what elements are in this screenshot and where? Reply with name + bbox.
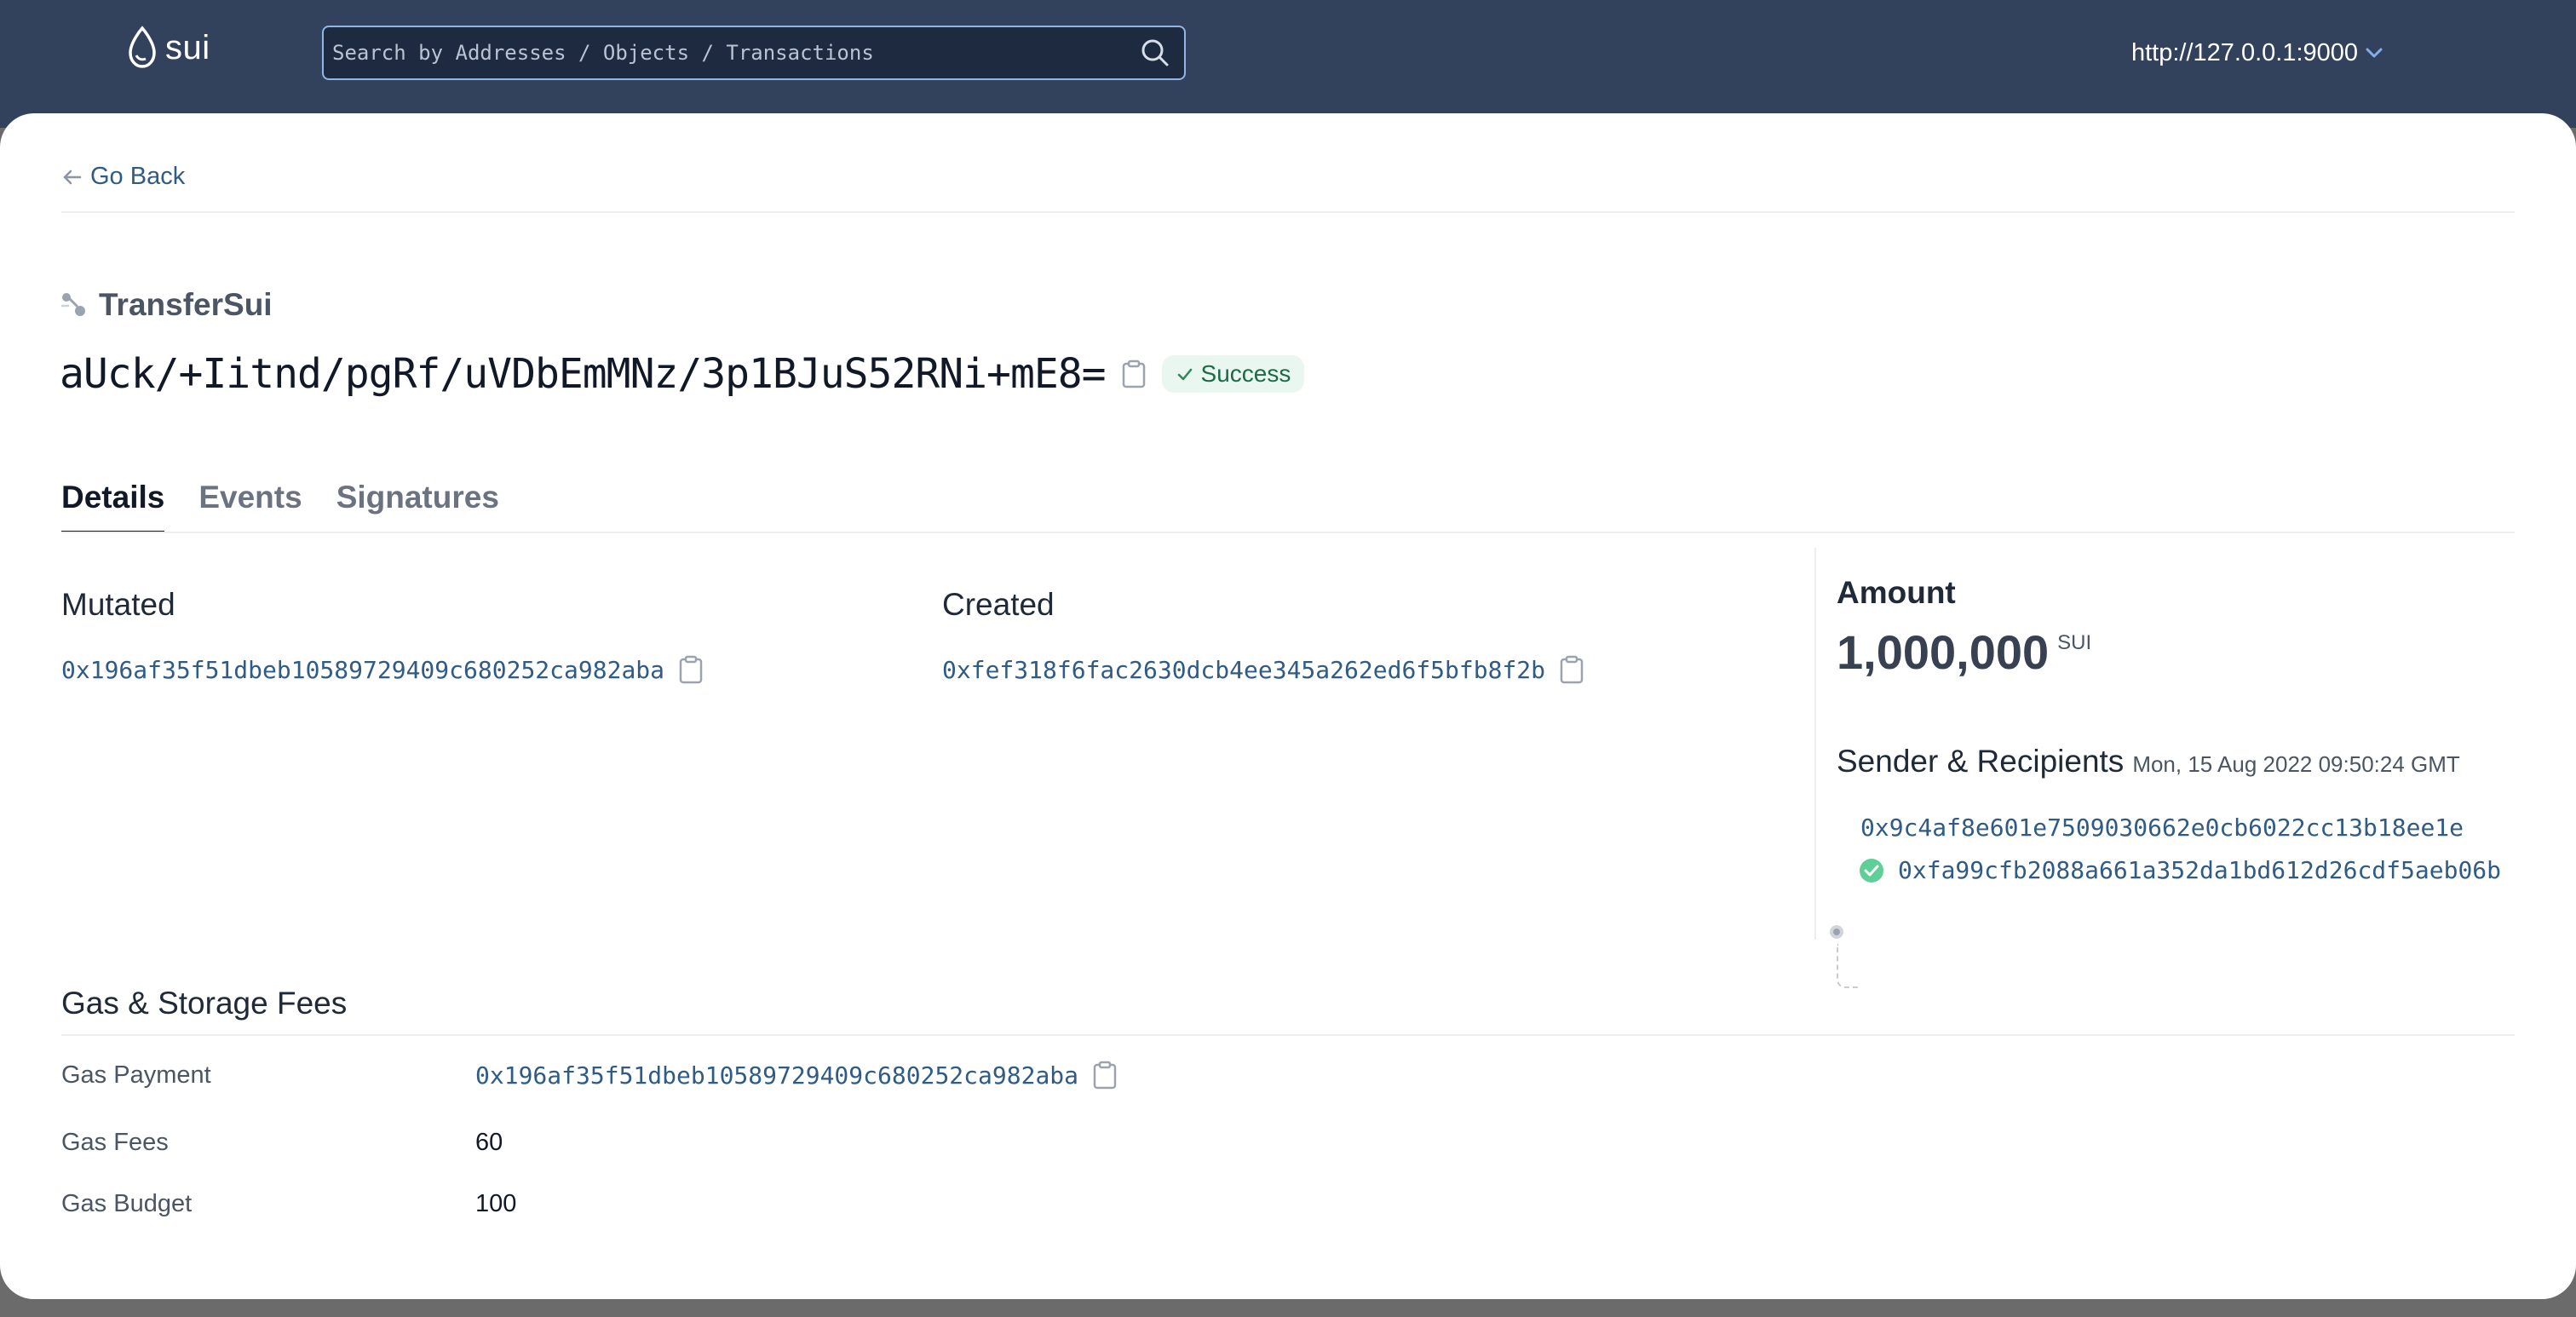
column-divider	[1814, 548, 1816, 940]
tabs-divider	[61, 532, 2515, 533]
sui-logo[interactable]: sui	[126, 22, 210, 73]
tab-bar: Details Events Signatures	[61, 480, 499, 533]
search-input[interactable]	[324, 27, 1138, 78]
created-address-link[interactable]: 0xfef318f6fac2630dcb4ee345a262ed6f5bfb8f…	[942, 656, 1545, 684]
gas-fees-label: Gas Fees	[61, 1129, 169, 1156]
amount-value: 1,000,000	[1837, 625, 2050, 679]
status-text: Success	[1200, 360, 1291, 387]
gas-payment-link[interactable]: 0x196af35f51dbeb10589729409c680252ca982a…	[475, 1061, 1078, 1090]
gas-budget-value: 100	[475, 1190, 517, 1217]
recipient-row: 0xfa99cfb2088a661a352da1bd612d26cdf5aeb0…	[1859, 856, 2501, 884]
transaction-type-label: TransferSui	[99, 287, 273, 322]
search-bar	[322, 26, 1186, 80]
copy-icon[interactable]	[678, 655, 704, 684]
divider	[61, 211, 2515, 213]
transaction-timestamp: Mon, 15 Aug 2022 09:50:24 GMT	[2132, 751, 2460, 777]
gas-payment-label: Gas Payment	[61, 1061, 211, 1089]
copy-icon[interactable]	[1092, 1061, 1118, 1090]
sender-recipients-header: Sender & Recipients Mon, 15 Aug 2022 09:…	[1837, 744, 2460, 779]
sender-recipients-title: Sender & Recipients	[1837, 744, 2125, 779]
transfer-icon	[60, 293, 85, 316]
amount-label: Amount	[1837, 575, 1956, 610]
copy-icon[interactable]	[1559, 655, 1584, 684]
sui-drop-icon	[129, 26, 156, 68]
gas-fees-row: Gas Fees 60	[61, 1129, 503, 1157]
sender-dot-icon	[1830, 925, 1843, 939]
created-title: Created	[942, 587, 1055, 622]
mutated-address-link[interactable]: 0x196af35f51dbeb10589729409c680252ca982a…	[61, 656, 664, 684]
gas-fees-value: 60	[475, 1129, 503, 1156]
chevron-down-icon	[2366, 48, 2383, 58]
gas-divider	[61, 1034, 2515, 1036]
tab-signatures[interactable]: Signatures	[336, 480, 499, 533]
mutated-title: Mutated	[61, 587, 175, 622]
amount-row: 1,000,000 SUI	[1837, 624, 2091, 680]
arrow-left-icon	[63, 170, 82, 184]
sender-address-link[interactable]: 0x9c4af8e601e7509030662e0cb6022cc13b18ee…	[1860, 814, 2464, 842]
transaction-digest: aUck/+Iitnd/pgRf/uVDbEmMNz/3p1BJuS52RNi+…	[60, 350, 1107, 398]
tab-events[interactable]: Events	[198, 480, 302, 533]
mutated-address-row: 0x196af35f51dbeb10589729409c680252ca982a…	[61, 655, 704, 684]
amount-unit: SUI	[2057, 631, 2092, 654]
transaction-card: Go Back TransferSui aUck/+Iitnd/pgRf/uVD…	[0, 113, 2576, 1299]
gas-budget-label: Gas Budget	[61, 1190, 193, 1217]
check-circle-icon	[1860, 858, 1883, 883]
digest-row: aUck/+Iitnd/pgRf/uVDbEmMNz/3p1BJuS52RNi+…	[60, 350, 1305, 398]
network-selector[interactable]: http://127.0.0.1:9000	[2131, 34, 2385, 72]
copy-icon[interactable]	[1121, 359, 1147, 388]
check-icon	[1177, 368, 1192, 381]
sender-recipient-connector	[1837, 944, 1860, 988]
gas-fees-title: Gas & Storage Fees	[61, 986, 348, 1021]
recipient-address-link[interactable]: 0xfa99cfb2088a661a352da1bd612d26cdf5aeb0…	[1898, 856, 2501, 884]
sender-row: 0x9c4af8e601e7509030662e0cb6022cc13b18ee…	[1860, 814, 2464, 842]
created-address-row: 0xfef318f6fac2630dcb4ee345a262ed6f5bfb8f…	[942, 655, 1584, 684]
status-badge: Success	[1161, 355, 1305, 393]
search-icon[interactable]	[1138, 36, 1172, 70]
gas-payment-row: Gas Payment 0x196af35f51dbeb10589729409c…	[61, 1061, 1118, 1090]
tab-details[interactable]: Details	[61, 480, 165, 533]
go-back-link[interactable]: Go Back	[61, 163, 185, 191]
logo-text: sui	[165, 28, 210, 66]
gas-budget-row: Gas Budget 100	[61, 1190, 516, 1218]
go-back-label: Go Back	[90, 163, 186, 190]
top-bar: sui http://127.0.0.1:9000	[0, 0, 2576, 128]
transaction-type: TransferSui	[60, 287, 273, 323]
network-url: http://127.0.0.1:9000	[2131, 38, 2359, 66]
